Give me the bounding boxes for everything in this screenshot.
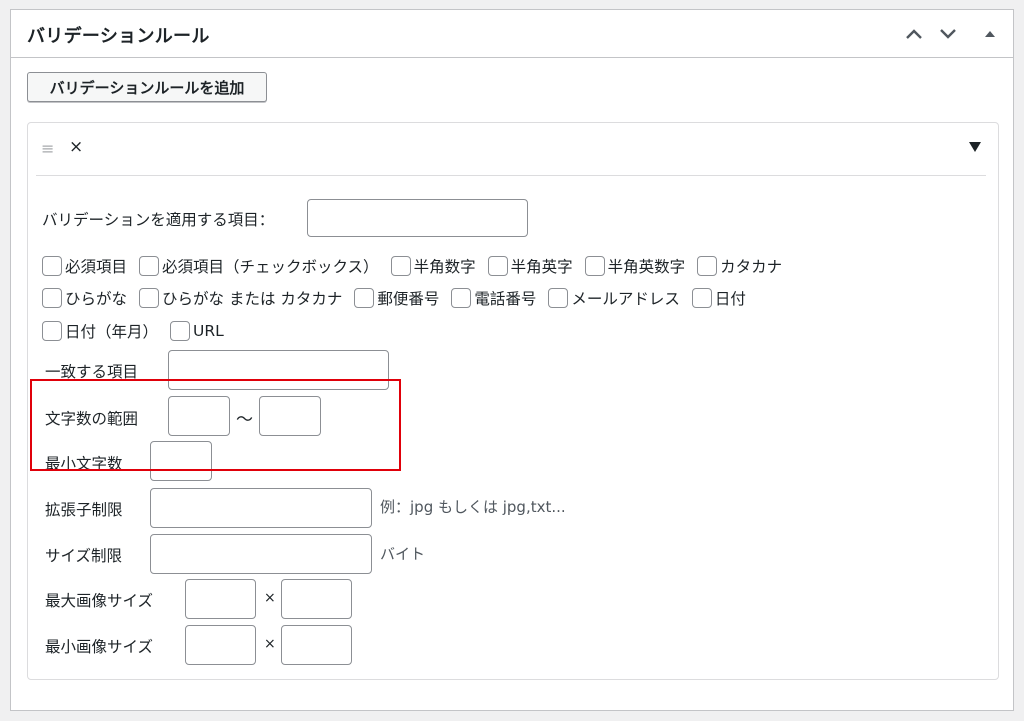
min-image-width-input[interactable] [185,625,256,665]
checkbox-row-1: 必須項目 必須項目（チェックボックス） 半角数字 半角英字 半角英数字 カタカナ [42,255,794,277]
size-label: サイズ制限 [45,547,123,565]
range-separator: 〜 [236,410,253,430]
checkbox-box[interactable] [451,288,472,308]
match-input[interactable] [168,350,389,390]
chevron-down-icon [940,29,956,39]
target-label: バリデーションを適用する項目： [42,211,275,229]
max-image-times: × [264,590,276,606]
validation-checkbox[interactable]: カタカナ [697,255,782,277]
checkbox-label: 日付（年月） [65,323,159,341]
ext-label: 拡張子制限 [45,501,123,519]
min-image-times: × [264,636,276,652]
ext-hint: 例：jpg もしくは jpg,txt... [380,498,566,516]
checkbox-box[interactable] [584,256,605,276]
collapse-toggle-icon[interactable] [968,140,982,154]
validation-checkbox[interactable]: 日付 [691,287,746,309]
char-range-min-input[interactable] [168,396,230,436]
checkbox-label: メールアドレス [571,290,680,308]
min-image-height-input[interactable] [281,625,352,665]
ext-input[interactable] [150,488,372,528]
checkbox-box[interactable] [697,256,718,276]
checkbox-label: 半角英字 [510,258,573,276]
validation-checkbox[interactable]: 半角数字 [390,255,476,277]
checkbox-box[interactable] [42,256,62,276]
checkbox-row-3: 日付（年月） URL [42,320,236,342]
checkbox-label: カタカナ [720,258,783,276]
char-range-max-input[interactable] [259,396,321,436]
checkbox-label: ひらがな または カタカナ [162,290,343,308]
validation-checkbox[interactable]: メールアドレス [548,287,680,309]
validation-checkbox[interactable]: ひらがな [42,287,127,309]
min-image-label: 最小画像サイズ [45,638,154,656]
size-input[interactable] [150,534,372,574]
validation-checkbox[interactable]: 半角英数字 [584,255,686,277]
size-hint: バイト [380,545,426,563]
min-chars-label: 最小文字数 [45,455,123,473]
validation-checkbox[interactable]: ひらがな または カタカナ [139,287,342,309]
validation-checkbox[interactable]: 必須項目 [42,255,127,277]
validation-checkbox[interactable]: 郵便番号 [354,287,439,309]
min-chars-input[interactable] [150,441,212,481]
checkbox-box[interactable] [139,288,160,308]
checkbox-label: URL [193,322,224,340]
validation-rules-metabox: バリデーションルール バリデーションルールを追加 ≡ × バリデーションを適用す… [10,9,1014,711]
checkbox-label: 必須項目 [65,258,128,276]
drag-handle-icon[interactable]: ≡ [41,141,54,157]
checkbox-row-2: ひらがな ひらがな または カタカナ 郵便番号 電話番号 メールアドレス 日付 [42,287,758,309]
checkbox-box[interactable] [42,321,62,341]
checkbox-label: 日付 [714,290,746,308]
checkbox-box[interactable] [548,288,569,308]
validation-checkbox[interactable]: 電話番号 [451,287,536,309]
checkbox-label: 電話番号 [474,290,537,308]
rule-header: ≡ × [36,123,986,176]
match-label: 一致する項目 [45,363,139,381]
validation-checkbox[interactable]: 日付（年月） [42,320,158,342]
checkbox-box[interactable] [691,288,712,308]
add-validation-rule-button[interactable]: バリデーションルールを追加 [27,72,267,102]
move-down-button[interactable] [933,19,963,49]
checkbox-label: 郵便番号 [377,290,440,308]
checkbox-box[interactable] [139,256,160,276]
checkbox-label: 半角数字 [413,258,476,276]
checkbox-label: 必須項目（チェックボックス） [162,258,379,276]
triangle-up-icon [985,31,995,37]
max-image-label: 最大画像サイズ [45,592,154,610]
max-image-width-input[interactable] [185,579,256,619]
remove-rule-button[interactable]: × [69,139,83,156]
validation-checkbox[interactable]: 必須項目（チェックボックス） [139,255,379,277]
move-up-button[interactable] [899,19,929,49]
char-range-label: 文字数の範囲 [45,410,139,428]
toggle-panel-button[interactable] [975,19,1005,49]
validation-checkbox[interactable]: 半角英字 [487,255,573,277]
checkbox-box[interactable] [487,256,508,276]
checkbox-box[interactable] [354,288,375,308]
metabox-title: バリデーションルール [27,26,210,47]
checkbox-box[interactable] [390,256,411,276]
metabox-header: バリデーションルール [11,10,1013,58]
max-image-height-input[interactable] [281,579,352,619]
checkbox-label: ひらがな [65,290,128,308]
checkbox-label: 半角英数字 [607,258,686,276]
chevron-up-icon [906,29,922,39]
checkbox-box[interactable] [170,321,191,341]
checkbox-box[interactable] [42,288,62,308]
target-input[interactable] [307,199,528,237]
validation-rule: ≡ × バリデーションを適用する項目： 必須項目 必須項目（チェックボックス） 半角… [27,122,999,680]
validation-checkbox[interactable]: URL [170,321,224,341]
